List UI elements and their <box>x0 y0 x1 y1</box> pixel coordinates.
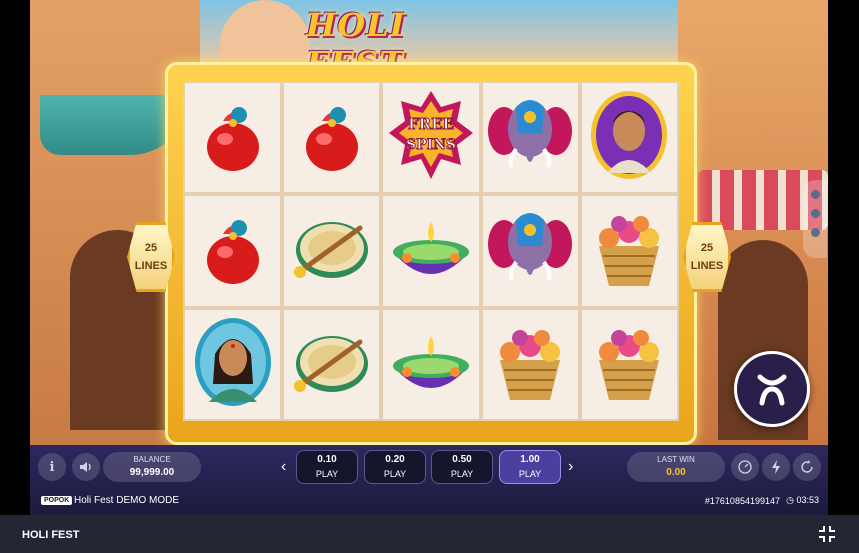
bet-amount: 0.50 <box>452 454 472 465</box>
info-icon: i <box>49 459 55 475</box>
last-win-display: LAST WIN 0.00 <box>627 452 725 482</box>
woman-portrait-icon <box>189 314 277 415</box>
bet-button-3[interactable]: 1.00 PLAY <box>499 450 561 484</box>
bet-amount: 0.20 <box>385 454 405 465</box>
round-id: #17610854199147 <box>704 496 780 506</box>
reel-cell <box>482 83 578 193</box>
stage: HOLI FEST FREESPINS 25 LINES 25 LINES i … <box>0 0 859 553</box>
free-spins-icon: FREE SPINS <box>387 87 475 188</box>
chevron-left-icon[interactable]: ‹ <box>281 458 286 476</box>
dholak-drum-icon <box>288 200 376 301</box>
lines-count-left: 25 <box>144 242 158 254</box>
clock: ◷ 03:53 <box>786 495 819 506</box>
info-button[interactable]: i <box>38 453 66 481</box>
autoplay-icon <box>801 460 813 473</box>
turbo-button[interactable] <box>731 453 759 481</box>
reel-cell <box>185 196 281 306</box>
flower-basket-icon <box>486 314 574 415</box>
bet-play-label: PLAY <box>518 469 542 479</box>
svg-text:SPINS: SPINS <box>406 137 456 153</box>
quick-spin-button[interactable] <box>762 453 790 481</box>
bet-amount: 0.10 <box>317 454 337 465</box>
chevron-right-icon[interactable]: › <box>568 458 573 476</box>
sound-icon <box>80 462 91 472</box>
flower-basket-icon <box>585 314 673 415</box>
reel-cell: FREE SPINS <box>383 83 479 193</box>
red-gulal-pouch-icon <box>189 200 277 301</box>
diya-lamp-icon <box>387 314 475 415</box>
side-menu-handle[interactable] <box>803 180 827 258</box>
bet-play-label: PLAY <box>450 469 474 479</box>
bet-button-2[interactable]: 0.50 PLAY <box>431 450 493 484</box>
bet-button-1[interactable]: 0.20 PLAY <box>364 450 426 484</box>
balance-value: 99,999.00 <box>129 467 175 478</box>
reel-cell <box>482 309 578 419</box>
menu-dot-icon <box>810 228 820 237</box>
title-bar: HOLI FEST <box>0 515 859 553</box>
decorated-elephant-icon <box>486 200 574 301</box>
sound-button[interactable] <box>72 453 100 481</box>
demo-mode-text: Holi Fest DEMO MODE <box>74 495 180 506</box>
red-gulal-pouch-icon <box>288 87 376 188</box>
lines-label-left: LINES <box>134 260 168 272</box>
clock-time: 03:53 <box>796 495 819 505</box>
dholak-drum-icon <box>288 314 376 415</box>
balance-label: BALANCE <box>133 455 171 464</box>
reel-cell <box>482 196 578 306</box>
svg-text:FREE: FREE <box>408 115 454 133</box>
reel-cell <box>581 83 677 193</box>
reel-grid: FREE SPINS <box>183 81 679 421</box>
reel-cell <box>581 309 677 419</box>
bet-play-label: PLAY <box>315 469 339 479</box>
clock-icon: ◷ <box>786 495 794 505</box>
brand-logo: POPOK <box>41 496 73 505</box>
reel-cell <box>581 196 677 306</box>
title-bar-text: HOLI FEST <box>22 529 80 541</box>
speedometer-icon <box>738 460 752 474</box>
spin-logo-icon <box>757 374 787 406</box>
last-win-value: 0.00 <box>666 467 686 478</box>
lines-label-right: LINES <box>690 260 724 272</box>
bet-play-label: PLAY <box>383 469 407 479</box>
autoplay-button[interactable] <box>793 453 821 481</box>
lines-count-right: 25 <box>700 242 714 254</box>
reel-cell <box>284 196 380 306</box>
bet-button-0[interactable]: 0.10 PLAY <box>296 450 358 484</box>
decorated-elephant-icon <box>486 87 574 188</box>
reel-cell <box>185 309 281 419</box>
red-gulal-pouch-icon <box>189 87 277 188</box>
reel-cell <box>383 196 479 306</box>
spin-button[interactable] <box>734 351 810 427</box>
reel-cell <box>383 309 479 419</box>
flower-basket-icon <box>585 200 673 301</box>
reel-cell <box>185 83 281 193</box>
last-win-label: LAST WIN <box>657 455 695 464</box>
bet-amount: 1.00 <box>520 454 540 465</box>
reel-cell <box>284 83 380 193</box>
lines-badge-left: 25 LINES <box>127 222 175 292</box>
menu-dot-icon <box>810 209 820 218</box>
exit-fullscreen-icon[interactable] <box>818 525 836 543</box>
reel-cell <box>284 309 380 419</box>
man-portrait-icon <box>585 87 673 188</box>
lightning-icon <box>772 460 780 474</box>
status-footer: POPOK Holi Fest DEMO MODE #1761085419914… <box>30 490 828 515</box>
balance-display: BALANCE 99,999.00 <box>103 452 201 482</box>
menu-dot-icon <box>810 190 820 199</box>
game-logo: HOLI FEST <box>306 6 496 82</box>
diya-lamp-icon <box>387 200 475 301</box>
lines-badge-right: 25 LINES <box>683 222 731 292</box>
